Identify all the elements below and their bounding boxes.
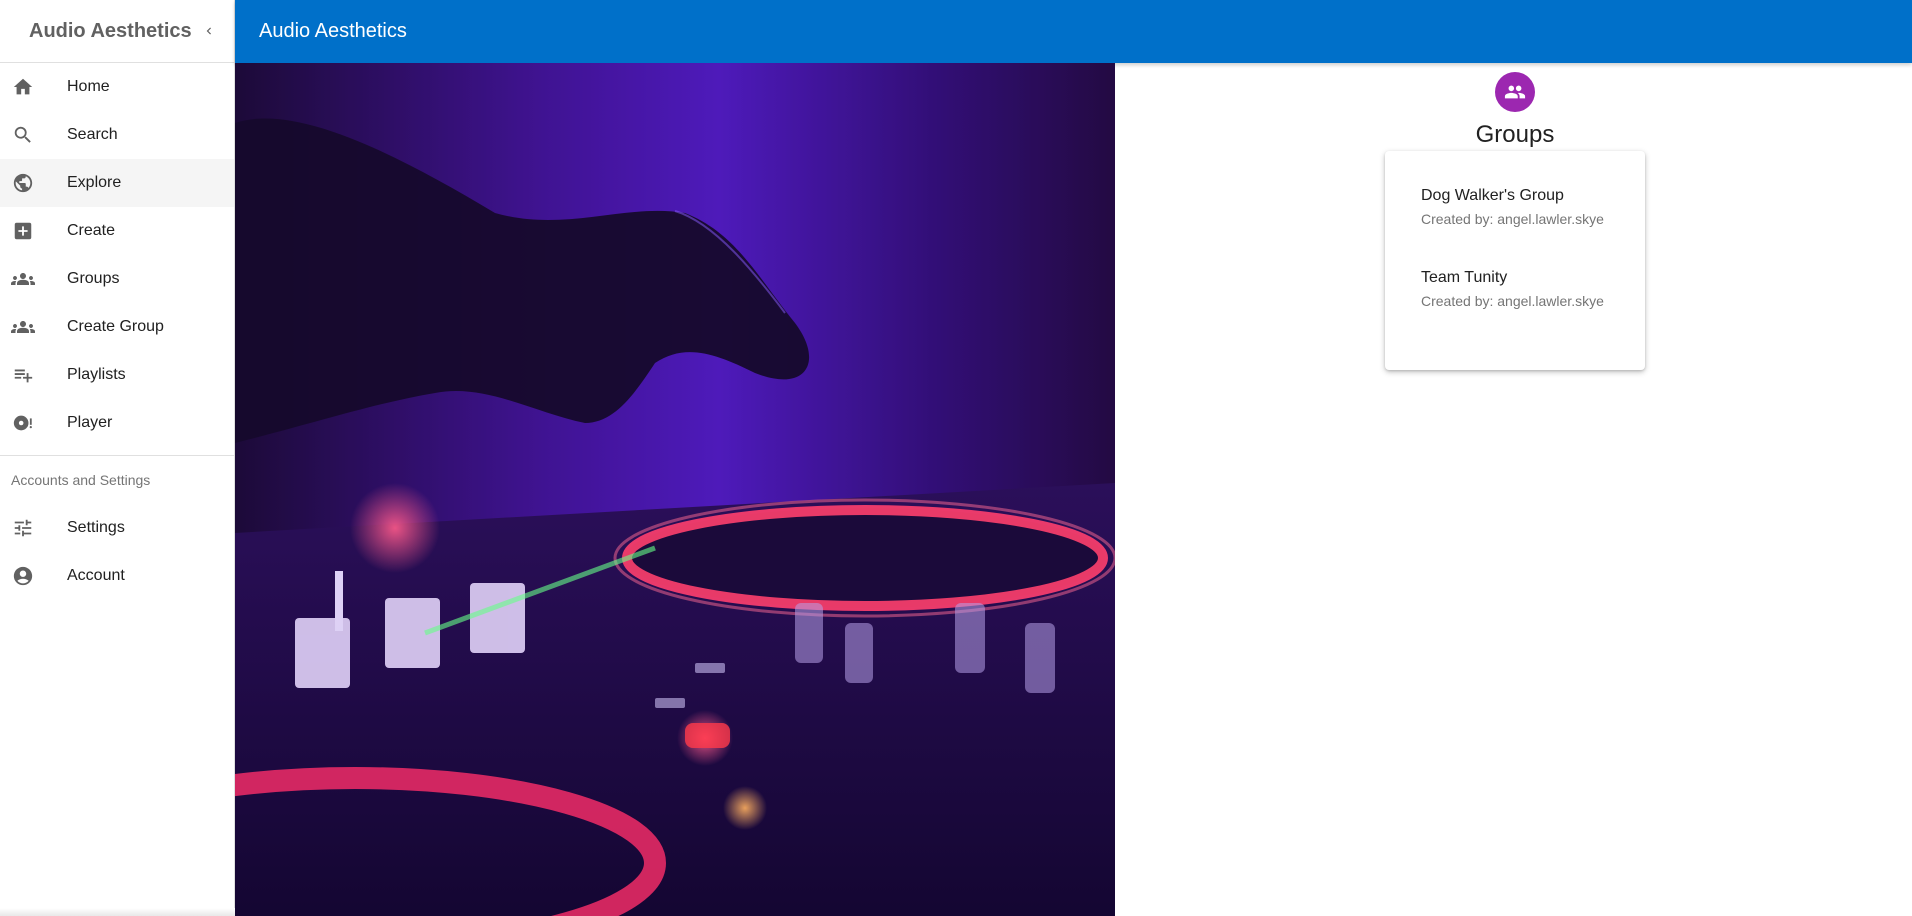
sidebar-item-label: Create xyxy=(67,222,116,239)
group-name: Team Tunity xyxy=(1421,269,1508,286)
groups-heading: Groups xyxy=(1475,121,1555,148)
sidebar-item-label: Player xyxy=(67,414,113,431)
sidebar-item-playlists[interactable]: Playlists xyxy=(0,351,234,399)
settings-subheader: Accounts and Settings xyxy=(11,472,151,488)
sidebar-item-label: Settings xyxy=(67,519,125,536)
sidebar-item-label: Explore xyxy=(67,174,122,191)
group-created-by: Created by: angel.lawler.skye xyxy=(1421,293,1604,309)
sidebar-item-home[interactable]: Home xyxy=(0,63,234,111)
group-name: Dog Walker's Group xyxy=(1421,187,1564,204)
sidebar-item-label: Search xyxy=(67,126,118,143)
sidebar-item-groups[interactable]: Groups xyxy=(0,255,234,303)
sidebar: Audio Aesthetics Home Search Explore Cre… xyxy=(0,0,235,916)
sidebar-item-create[interactable]: Create xyxy=(0,207,234,255)
sidebar-item-search[interactable]: Search xyxy=(0,111,234,159)
chevron-left-icon xyxy=(206,27,211,35)
collapse-sidebar-button[interactable] xyxy=(200,22,218,40)
app-title: Audio Aesthetics xyxy=(29,19,192,42)
sidebar-item-label: Create Group xyxy=(67,318,164,335)
sidebar-bottom-edge xyxy=(0,908,235,916)
app-bar: Audio Aesthetics xyxy=(235,0,1912,63)
groups-icon xyxy=(1504,85,1526,99)
sidebar-item-explore[interactable]: Explore xyxy=(0,159,234,207)
sidebar-header: Audio Aesthetics xyxy=(0,0,234,63)
sidebar-item-settings[interactable]: Settings xyxy=(0,504,234,552)
groups-panel: Groups Dog Walker's Group Created by: an… xyxy=(1115,63,1912,916)
sidebar-item-create-group[interactable]: Create Group xyxy=(0,303,234,351)
group-item[interactable]: Dog Walker's Group Created by: angel.law… xyxy=(1385,179,1645,261)
sidebar-item-player[interactable]: Player xyxy=(0,399,234,447)
nav-list: Home Search Explore Create Groups Create… xyxy=(0,63,234,447)
app-bar-title: Audio Aesthetics xyxy=(259,20,407,42)
sidebar-item-label: Playlists xyxy=(67,366,126,383)
add-box-icon xyxy=(11,219,35,243)
home-icon xyxy=(11,75,35,99)
groups-avatar xyxy=(1495,72,1535,112)
groups-icon xyxy=(11,315,35,339)
group-item[interactable]: Team Tunity Created by: angel.lawler.sky… xyxy=(1385,261,1645,343)
sidebar-item-label: Groups xyxy=(67,270,120,287)
account-circle-icon xyxy=(11,564,35,588)
groups-card: Dog Walker's Group Created by: angel.law… xyxy=(1385,151,1645,370)
sidebar-item-label: Account xyxy=(67,567,125,584)
groups-icon xyxy=(11,267,35,291)
group-created-by: Created by: angel.lawler.skye xyxy=(1421,211,1604,227)
tune-icon xyxy=(11,516,35,540)
playlist-add-icon xyxy=(11,363,35,387)
dj-turntable-image xyxy=(235,63,1115,916)
search-icon xyxy=(11,123,35,147)
hero-illustration xyxy=(235,63,1115,916)
player-icon xyxy=(11,411,35,435)
sidebar-item-label: Home xyxy=(67,78,110,95)
sidebar-item-account[interactable]: Account xyxy=(0,552,234,600)
globe-icon xyxy=(11,171,35,195)
